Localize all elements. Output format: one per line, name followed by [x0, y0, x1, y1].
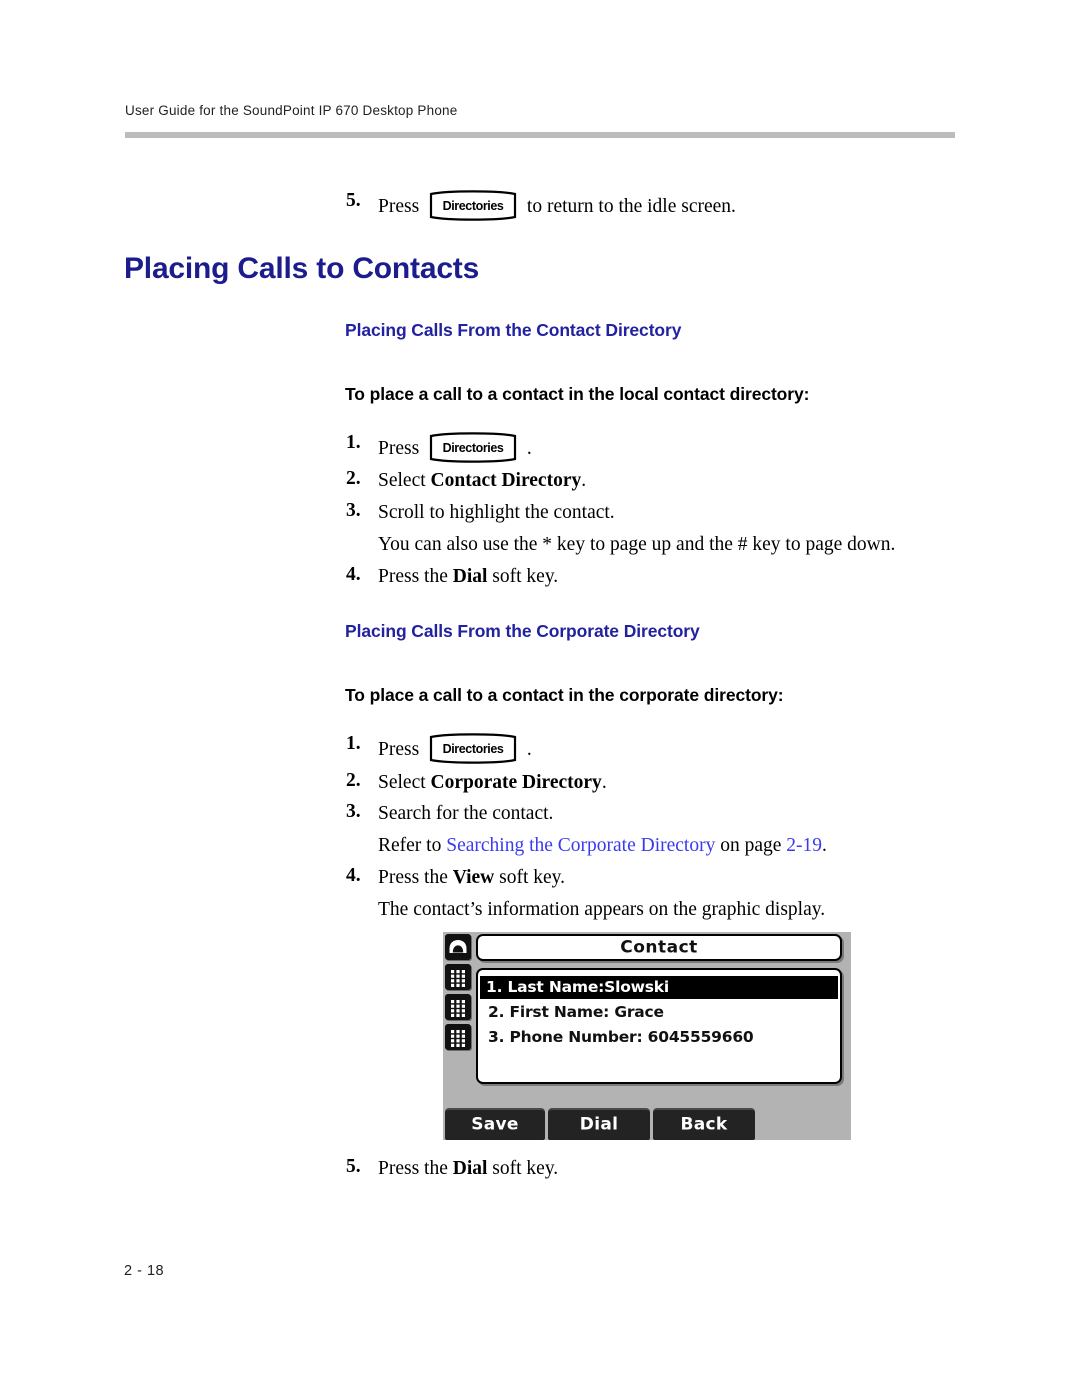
xref-tail: . — [822, 835, 827, 856]
lcd-title-bar: Contact — [476, 934, 842, 961]
list-item[interactable]: 3. Phone Number: 6045559660 — [482, 1026, 836, 1049]
step-text-press-dial-softkey-1: Press the Dial soft key. — [378, 564, 558, 590]
step-number: 4. — [346, 564, 361, 585]
directories-hardkey-icon: Directories — [428, 733, 518, 764]
step-tail: soft key. — [494, 867, 566, 888]
softkey-label: Back — [680, 1114, 728, 1135]
step-text-press-directories-1: Press Directories . — [378, 432, 532, 463]
step-text-scroll-highlight: Scroll to highlight the contact. — [378, 502, 615, 523]
cross-reference-page-link[interactable]: 2-19 — [786, 835, 822, 856]
page-title: Placing Calls to Contacts — [124, 252, 480, 285]
step-number: 3. — [346, 801, 361, 822]
procedure-heading-corporate-directory: To place a call to a contact in the corp… — [345, 685, 784, 705]
step-lead: Select — [378, 772, 431, 793]
step-period: . — [526, 739, 532, 760]
step-period: . — [526, 438, 532, 459]
directories-key-label: Directories — [442, 198, 504, 213]
step-number: 5. — [346, 1156, 361, 1177]
cross-reference-line: Refer to Searching the Corporate Directo… — [378, 833, 827, 859]
xref-mid: on page — [715, 835, 787, 856]
softkey-name-dial: Dial — [452, 1158, 488, 1179]
step-note-page-keys: You can also use the * key to page up an… — [378, 534, 896, 555]
step-tail: soft key. — [487, 1158, 559, 1179]
keypad-icon — [445, 964, 471, 990]
handset-icon — [445, 934, 471, 960]
line-key-column — [443, 934, 473, 1052]
step-note-contact-info-appears: The contact’s information appears on the… — [378, 899, 826, 920]
phone-display-figure: Contact 1. Last Name:Slowski 2. First Na… — [443, 932, 851, 1140]
list-item[interactable]: 2. First Name: Grace — [482, 1001, 836, 1024]
step-tail: . — [581, 470, 587, 491]
lcd-contact-field-list: 1. Last Name:Slowski 2. First Name: Grac… — [476, 968, 842, 1084]
step-number: 5. — [346, 190, 361, 211]
softkey-bar: Save Dial Back — [443, 1108, 851, 1140]
softkey-dial[interactable]: Dial — [548, 1108, 650, 1140]
directories-hardkey-icon: Directories — [428, 432, 518, 463]
step-lead: Select — [378, 470, 431, 491]
press-word: Press — [378, 196, 420, 217]
step-text-press-view-softkey: Press the View soft key. — [378, 865, 565, 891]
lcd-screen: Contact 1. Last Name:Slowski 2. First Na… — [476, 934, 848, 1102]
press-word: Press — [378, 739, 420, 760]
page-number: 2 - 18 — [124, 1263, 165, 1279]
softkey-save[interactable]: Save — [445, 1108, 545, 1140]
step-tail: soft key. — [487, 566, 559, 587]
section-heading-contact-directory: Placing Calls From the Contact Directory — [345, 320, 682, 340]
step-text-select-corporate-directory: Select Corporate Directory. — [378, 770, 607, 796]
step-number: 1. — [346, 432, 361, 453]
step-text-select-contact-directory: Select Contact Directory. — [378, 468, 586, 494]
step-number: 1. — [346, 733, 361, 754]
keypad-icon — [445, 1024, 471, 1050]
directories-key-label: Directories — [442, 440, 504, 455]
step-text-press-directories-2: Press Directories . — [378, 733, 532, 764]
procedure-heading-local-contact-directory: To place a call to a contact in the loca… — [345, 384, 810, 404]
step-text-search-contact: Search for the contact. — [378, 803, 554, 824]
step-lead: Press the — [378, 867, 453, 888]
softkey-label: Dial — [579, 1114, 619, 1135]
header-rule — [125, 132, 955, 138]
step-lead: Press the — [378, 1158, 453, 1179]
step-tail-text: to return to the idle screen. — [526, 196, 736, 217]
step-lead: Press the — [378, 566, 453, 587]
lcd-title-text: Contact — [620, 937, 698, 957]
softkey-back[interactable]: Back — [653, 1108, 755, 1140]
step-text-press-directories-idle: Press Directories to return to the idle … — [378, 190, 736, 221]
softkey-name-dial: Dial — [452, 566, 488, 587]
menu-item-contact-directory: Contact Directory — [430, 470, 582, 491]
step-text-press-dial-softkey-2: Press the Dial soft key. — [378, 1156, 558, 1182]
document-page: User Guide for the SoundPoint IP 670 Des… — [0, 0, 1080, 1397]
press-word: Press — [378, 438, 420, 459]
step-number: 2. — [346, 770, 361, 791]
running-header: User Guide for the SoundPoint IP 670 Des… — [125, 103, 458, 118]
step-number: 4. — [346, 865, 361, 886]
menu-item-corporate-directory: Corporate Directory — [430, 772, 602, 793]
softkey-name-view: View — [452, 867, 495, 888]
directories-key-label: Directories — [442, 741, 504, 756]
step-tail: . — [601, 772, 607, 793]
softkey-label: Save — [471, 1114, 519, 1135]
list-item[interactable]: 1. Last Name:Slowski — [480, 976, 838, 999]
keypad-icon — [445, 994, 471, 1020]
section-heading-corporate-directory: Placing Calls From the Corporate Directo… — [345, 621, 700, 641]
step-number: 2. — [346, 468, 361, 489]
cross-reference-link[interactable]: Searching the Corporate Directory — [446, 835, 715, 856]
step-number: 3. — [346, 500, 361, 521]
directories-hardkey-icon: Directories — [428, 190, 518, 221]
xref-lead: Refer to — [378, 835, 447, 856]
